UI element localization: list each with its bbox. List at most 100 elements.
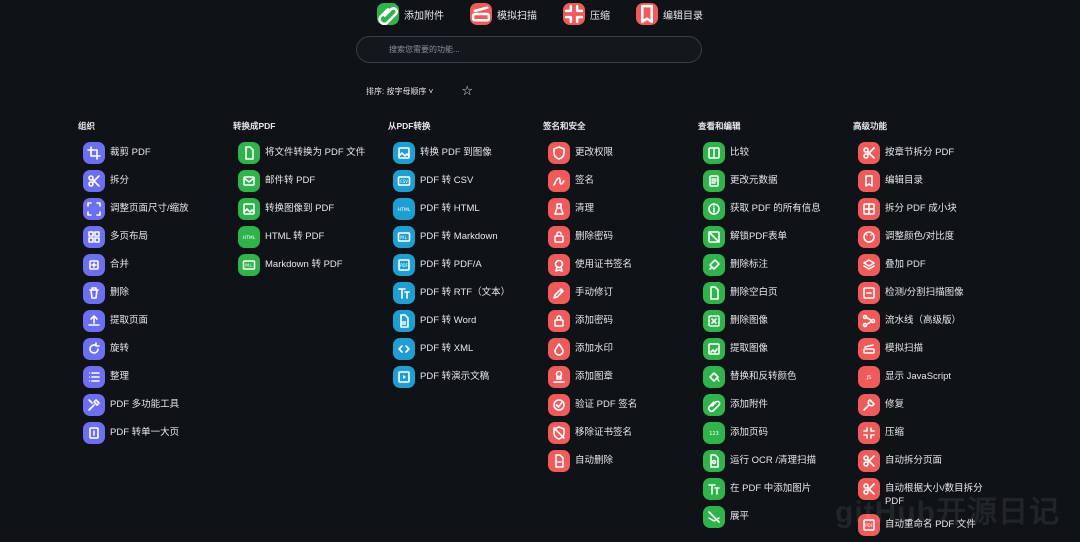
tool-item[interactable]: 手动修订 xyxy=(548,282,693,304)
svg-text:PDF: PDF xyxy=(400,263,408,268)
tool-item[interactable]: JS 显示 JavaScript xyxy=(858,366,1003,388)
bookmark-icon xyxy=(636,3,658,25)
tool-item[interactable]: 更改元数据 xyxy=(703,170,848,192)
tool-label: 提取页面 xyxy=(110,315,149,326)
tool-item[interactable]: M↓ PDF 转 Markdown xyxy=(393,226,538,248)
tool-label: 签名 xyxy=(575,175,595,186)
tool-item[interactable]: 比较 xyxy=(703,142,848,164)
tool-item[interactable]: 检测/分割扫描图像 xyxy=(858,282,1003,304)
tool-item[interactable]: 多页布局 xyxy=(83,226,228,248)
tool-item[interactable]: 流水线（高级版） xyxy=(858,310,1003,332)
tool-label: 比较 xyxy=(730,147,750,158)
rotate-icon xyxy=(83,338,105,360)
tool-item[interactable]: 添加水印 xyxy=(548,338,693,360)
tool-item[interactable]: 合并 xyxy=(83,254,228,276)
svg-text:123: 123 xyxy=(709,431,719,437)
tool-item[interactable]: 编辑目录 xyxy=(858,170,1003,192)
no-certificate-icon xyxy=(548,422,570,444)
tool-item[interactable]: 清理 xyxy=(548,198,693,220)
search-input[interactable] xyxy=(387,44,701,55)
tool-item[interactable]: 更改权限 xyxy=(548,142,693,164)
tool-item[interactable]: 调整颜色/对比度 xyxy=(858,226,1003,248)
tool-label: 合并 xyxy=(110,259,130,270)
tool-item[interactable]: HTML PDF 转 HTML xyxy=(393,198,538,220)
file-icon xyxy=(238,142,260,164)
tool-item[interactable]: 调整页面尺寸/缩放 xyxy=(83,198,228,220)
tool-item[interactable]: 邮件转 PDF xyxy=(238,170,383,192)
tool-item[interactable]: PDF 转 XML xyxy=(393,338,538,360)
quick-access-item[interactable]: 压缩 xyxy=(563,3,610,25)
tool-item[interactable]: 叠加 PDF xyxy=(858,254,1003,276)
tool-item[interactable]: PDF 转演示文稿 xyxy=(393,366,538,388)
sort-dropdown[interactable]: 排序: 按字母顺序 ˅ xyxy=(366,86,433,97)
quick-access-item[interactable]: 编辑目录 xyxy=(636,3,703,25)
tool-item[interactable]: 将文件转换为 PDF 文件 xyxy=(238,142,383,164)
tool-item[interactable]: 拆分 PDF 成小块 xyxy=(858,198,1003,220)
tool-item[interactable]: 提取图像 xyxy=(703,338,848,360)
quick-access-item[interactable]: 添加附件 xyxy=(377,3,444,25)
tool-item[interactable]: PDF 转 Word xyxy=(393,310,538,332)
tool-label: 检测/分割扫描图像 xyxy=(885,287,964,298)
tool-item[interactable]: 签名 xyxy=(548,170,693,192)
resize-icon xyxy=(83,198,105,220)
tool-item[interactable]: 删除 xyxy=(83,282,228,304)
tool-item[interactable]: 展平 xyxy=(703,506,848,528)
tool-item[interactable]: 替换和反转颜色 xyxy=(703,366,848,388)
tool-label: PDF 转 CSV xyxy=(420,175,474,186)
tool-item[interactable]: 123 添加页码 xyxy=(703,422,848,444)
form-icon xyxy=(703,226,725,248)
tool-item[interactable]: 自动拆分页面 xyxy=(858,450,1003,472)
category-column: 组织 裁剪 PDF 拆分 调整页面尺寸/缩放 多页布局 合并 删除 提取页面 旋转 整理 PDF 多… xyxy=(78,120,228,450)
paperclip-icon xyxy=(377,3,399,25)
category-title: 查看和编辑 xyxy=(698,121,741,131)
tool-item[interactable]: 自动删除 xyxy=(548,450,693,472)
tool-item[interactable]: 验证 PDF 签名 xyxy=(548,394,693,416)
tool-item[interactable]: 添加附件 xyxy=(703,394,848,416)
scissors-icon xyxy=(83,170,105,192)
tool-item[interactable]: 移除证书签名 xyxy=(548,422,693,444)
tool-item[interactable]: 提取页面 xyxy=(83,310,228,332)
category-column: 签名和安全 更改权限 签名 清理 删除密码 使用证书签名 手动修订 添加密码 添加水印 添加图章验… xyxy=(543,120,693,478)
tool-item[interactable]: PDF PDF 转 PDF/A xyxy=(393,254,538,276)
tool-item[interactable]: 按章节拆分 PDF xyxy=(858,142,1003,164)
category-column: 从PDF转换 转换 PDF 到图像 CSV PDF 转 CSV HTML PDF 转 HT… xyxy=(388,120,538,394)
tool-item[interactable]: PDF 转单一大页 xyxy=(83,422,228,444)
tool-item[interactable]: 删除空白页 xyxy=(703,282,848,304)
tool-item[interactable]: 删除密码 xyxy=(548,226,693,248)
tools-icon xyxy=(83,394,105,416)
tool-item[interactable]: 删除图像 xyxy=(703,310,848,332)
crop-icon xyxy=(83,142,105,164)
tool-label: 更改权限 xyxy=(575,147,614,158)
tool-item[interactable]: 压缩 xyxy=(858,422,1003,444)
markdown-icon: M↓ xyxy=(238,254,260,276)
tool-label: 自动拆分页面 xyxy=(885,455,943,466)
tool-item[interactable]: 获取 PDF 的所有信息 xyxy=(703,198,848,220)
quick-access-item[interactable]: 模拟扫描 xyxy=(470,3,537,25)
tool-item[interactable]: M↓ Markdown 转 PDF xyxy=(238,254,383,276)
tool-item[interactable]: 添加图章 xyxy=(548,366,693,388)
search-box[interactable] xyxy=(356,36,702,63)
tool-item[interactable]: 运行 OCR /清理扫描 xyxy=(703,450,848,472)
tool-item[interactable]: PDF 转 RTF（文本） xyxy=(393,282,538,304)
tool-item[interactable]: 使用证书签名 xyxy=(548,254,693,276)
tool-item[interactable]: 模拟扫描 xyxy=(858,338,1003,360)
tool-item[interactable]: 在 PDF 中添加图片 xyxy=(703,478,848,500)
tool-item[interactable]: HTML HTML 转 PDF xyxy=(238,226,383,248)
category-column: 查看和编辑比较更改元数据获取 PDF 的所有信息 解锁PDF表单 删除标注删除空白页… xyxy=(698,120,848,534)
tool-item[interactable]: 添加密码 xyxy=(548,310,693,332)
tool-label: 更改元数据 xyxy=(730,175,778,186)
list-icon xyxy=(83,366,105,388)
tool-item[interactable]: 旋转 xyxy=(83,338,228,360)
tool-item[interactable]: 转换图像到 PDF xyxy=(238,198,383,220)
tool-item[interactable]: 删除标注 xyxy=(703,254,848,276)
tool-item[interactable]: 解锁PDF表单 xyxy=(703,226,848,248)
tool-item[interactable]: 整理 xyxy=(83,366,228,388)
tool-item[interactable]: 修复 xyxy=(858,394,1003,416)
tool-item[interactable]: PDF 多功能工具 xyxy=(83,394,228,416)
clean-icon xyxy=(548,198,570,220)
tool-item[interactable]: 转换 PDF 到图像 xyxy=(393,142,538,164)
tool-item[interactable]: CSV PDF 转 CSV xyxy=(393,170,538,192)
tool-item[interactable]: 拆分 xyxy=(83,170,228,192)
tool-item[interactable]: 裁剪 PDF xyxy=(83,142,228,164)
favorites-star-icon[interactable]: ☆ xyxy=(461,83,473,99)
